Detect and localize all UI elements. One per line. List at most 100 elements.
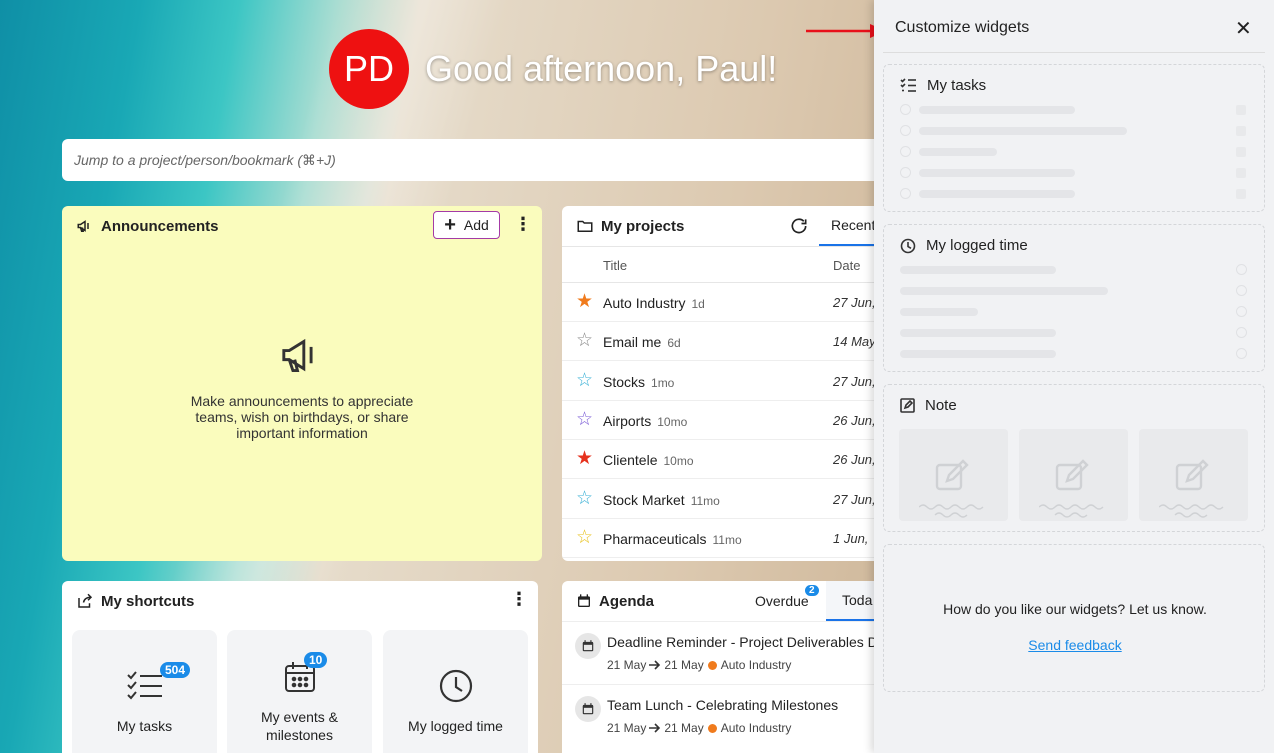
skeleton-circle	[1236, 327, 1247, 338]
star-icon[interactable]: ☆	[576, 410, 593, 429]
widget-option-my-logged-time[interactable]: My logged time	[883, 224, 1265, 372]
my-projects-widget: My projects Recent Title Date ★ Auto Indu…	[562, 206, 892, 561]
project-name-wrap: Stock Market 11mo	[603, 492, 720, 508]
project-color-dot	[707, 723, 717, 733]
project-row[interactable]: ☆ Pharmaceuticals 11mo 1 Jun,	[562, 519, 892, 558]
announcements-empty-text: Make announcements to appreciate teams, …	[190, 393, 414, 441]
skeleton-checkbox	[900, 167, 911, 178]
customize-widgets-panel: Customize widgets ✕ My tasks My logged t…	[874, 0, 1274, 753]
project-name[interactable]: Airports	[603, 413, 651, 429]
project-color-dot	[707, 660, 717, 670]
star-icon[interactable]: ☆	[576, 489, 593, 508]
agenda-item-title: Team Lunch - Celebrating Milestones	[607, 697, 839, 713]
agenda-from: 21 May	[607, 721, 647, 735]
announcements-empty-state: Make announcements to appreciate teams, …	[62, 336, 542, 441]
shortcuts-more-icon[interactable]: ⋮	[510, 589, 528, 610]
announcements-title: Announcements	[101, 217, 219, 235]
skeleton-line	[919, 148, 997, 156]
skeleton-circle	[1236, 264, 1247, 275]
close-icon[interactable]: ✕	[1235, 16, 1252, 41]
share-icon	[78, 593, 93, 608]
project-name[interactable]: Clientele	[603, 452, 657, 468]
agenda-item-meta: 21 May 21 May Auto Industry	[607, 658, 791, 672]
project-name[interactable]: Pharmaceuticals	[603, 531, 707, 547]
project-age: 6d	[667, 336, 681, 351]
agenda-project: Auto Industry	[720, 721, 792, 735]
project-name[interactable]: Stock Market	[603, 492, 685, 508]
project-name[interactable]: Auto Industry	[603, 295, 686, 311]
overdue-count-badge: 2	[805, 585, 819, 596]
events-count-badge: 10	[304, 652, 328, 668]
edit-note-icon	[1175, 459, 1209, 491]
greeting-header: PD Good afternoon, Paul!	[329, 29, 777, 109]
feedback-box: How do you like our widgets? Let us know…	[883, 544, 1265, 692]
shortcuts-title: My shortcuts	[101, 592, 195, 610]
project-date: 27 Jun,	[833, 295, 876, 310]
add-announcement-button[interactable]: + Add	[433, 211, 500, 239]
greeting-text: Good afternoon, Paul!	[425, 48, 778, 89]
skeleton-circle	[1236, 285, 1247, 296]
project-row[interactable]: ☆ Airports 10mo 26 Jun,	[562, 401, 892, 440]
project-row[interactable]: ★ Auto Industry 1d 27 Jun,	[562, 283, 892, 322]
feedback-text: How do you like our widgets? Let us know…	[943, 601, 1207, 617]
project-name-wrap: Airports 10mo	[603, 413, 687, 429]
project-row[interactable]: ★ Clientele 10mo 26 Jun,	[562, 440, 892, 480]
col-date: Date	[833, 258, 861, 273]
skeleton-line	[900, 308, 978, 316]
star-icon[interactable]: ★	[576, 449, 593, 468]
folder-icon	[577, 220, 593, 232]
project-name[interactable]: Stocks	[603, 374, 645, 390]
search-placeholder: Jump to a project/person/bookmark (⌘+J)	[74, 151, 336, 168]
clock-icon	[439, 669, 473, 703]
avatar[interactable]: PD	[329, 29, 409, 109]
project-age: 1mo	[651, 375, 675, 390]
send-feedback-link[interactable]: Send feedback	[884, 637, 1266, 653]
announcements-more-icon[interactable]: ⋮	[514, 214, 532, 235]
refresh-icon[interactable]	[789, 216, 809, 236]
skeleton-square	[1236, 126, 1246, 136]
widget-tasks-label: My tasks	[927, 77, 987, 94]
my-shortcuts-widget: My shortcuts ⋮ 504 My tasks 10 My events…	[62, 581, 538, 753]
star-icon[interactable]: ☆	[576, 528, 593, 547]
project-name-wrap: Pharmaceuticals 11mo	[603, 531, 742, 547]
widget-option-my-tasks[interactable]: My tasks	[883, 64, 1265, 212]
star-icon[interactable]: ☆	[576, 371, 593, 390]
tab-recent-label: Recent	[831, 217, 876, 233]
search-input[interactable]: Jump to a project/person/bookmark (⌘+J)	[62, 139, 922, 181]
agenda-item[interactable]: Team Lunch - Celebrating Milestones 21 Ma…	[562, 684, 892, 747]
project-name[interactable]: Email me	[603, 334, 661, 350]
shortcut-my-logged-time[interactable]: My logged time	[383, 630, 528, 753]
project-row[interactable]: ☆ Stock Market 11mo 27 Jun,	[562, 480, 892, 519]
project-date: 14 May	[833, 334, 876, 350]
project-age: 10mo	[657, 414, 688, 429]
project-age: 10mo	[663, 454, 694, 469]
shortcut-label: My logged time	[408, 718, 503, 734]
project-name-wrap: Stocks 1mo	[603, 374, 674, 390]
star-icon[interactable]: ★	[576, 292, 593, 311]
agenda-widget: Agenda Overdue 2 Toda Deadline Reminder …	[562, 581, 892, 753]
project-name-wrap: Clientele 10mo	[603, 452, 694, 468]
agenda-item[interactable]: Deadline Reminder - Project Deliverables…	[562, 621, 892, 684]
widget-option-note[interactable]: Note	[883, 384, 1265, 532]
projects-title: My projects	[601, 217, 685, 235]
shortcut-my-tasks[interactable]: 504 My tasks	[72, 630, 217, 753]
widget-note-label: Note	[925, 397, 957, 414]
star-icon[interactable]: ☆	[576, 331, 593, 350]
add-label: Add	[463, 217, 489, 233]
skeleton-circle	[1236, 306, 1247, 317]
project-row[interactable]: ☆ Stocks 1mo 27 Jun,	[562, 362, 892, 401]
shortcut-my-events[interactable]: 10 My events & milestones	[227, 630, 372, 753]
wave-lines-icon	[1159, 504, 1224, 518]
tab-overdue[interactable]: Overdue 2	[755, 581, 819, 621]
project-name-wrap: Auto Industry 1d	[603, 295, 705, 311]
skeleton-line	[900, 350, 1056, 358]
wave-lines-icon	[919, 504, 984, 518]
tasks-count-badge: 504	[160, 662, 191, 678]
project-date: 27 Jun,	[833, 491, 876, 507]
tab-today-label: Toda	[842, 592, 873, 608]
skeleton-line	[919, 169, 1075, 177]
agenda-to: 21 May	[664, 658, 704, 672]
project-row[interactable]: ☆ Email me 6d 14 May	[562, 322, 892, 362]
arrow-right-icon	[649, 723, 661, 733]
panel-title: Customize widgets	[895, 19, 1030, 36]
